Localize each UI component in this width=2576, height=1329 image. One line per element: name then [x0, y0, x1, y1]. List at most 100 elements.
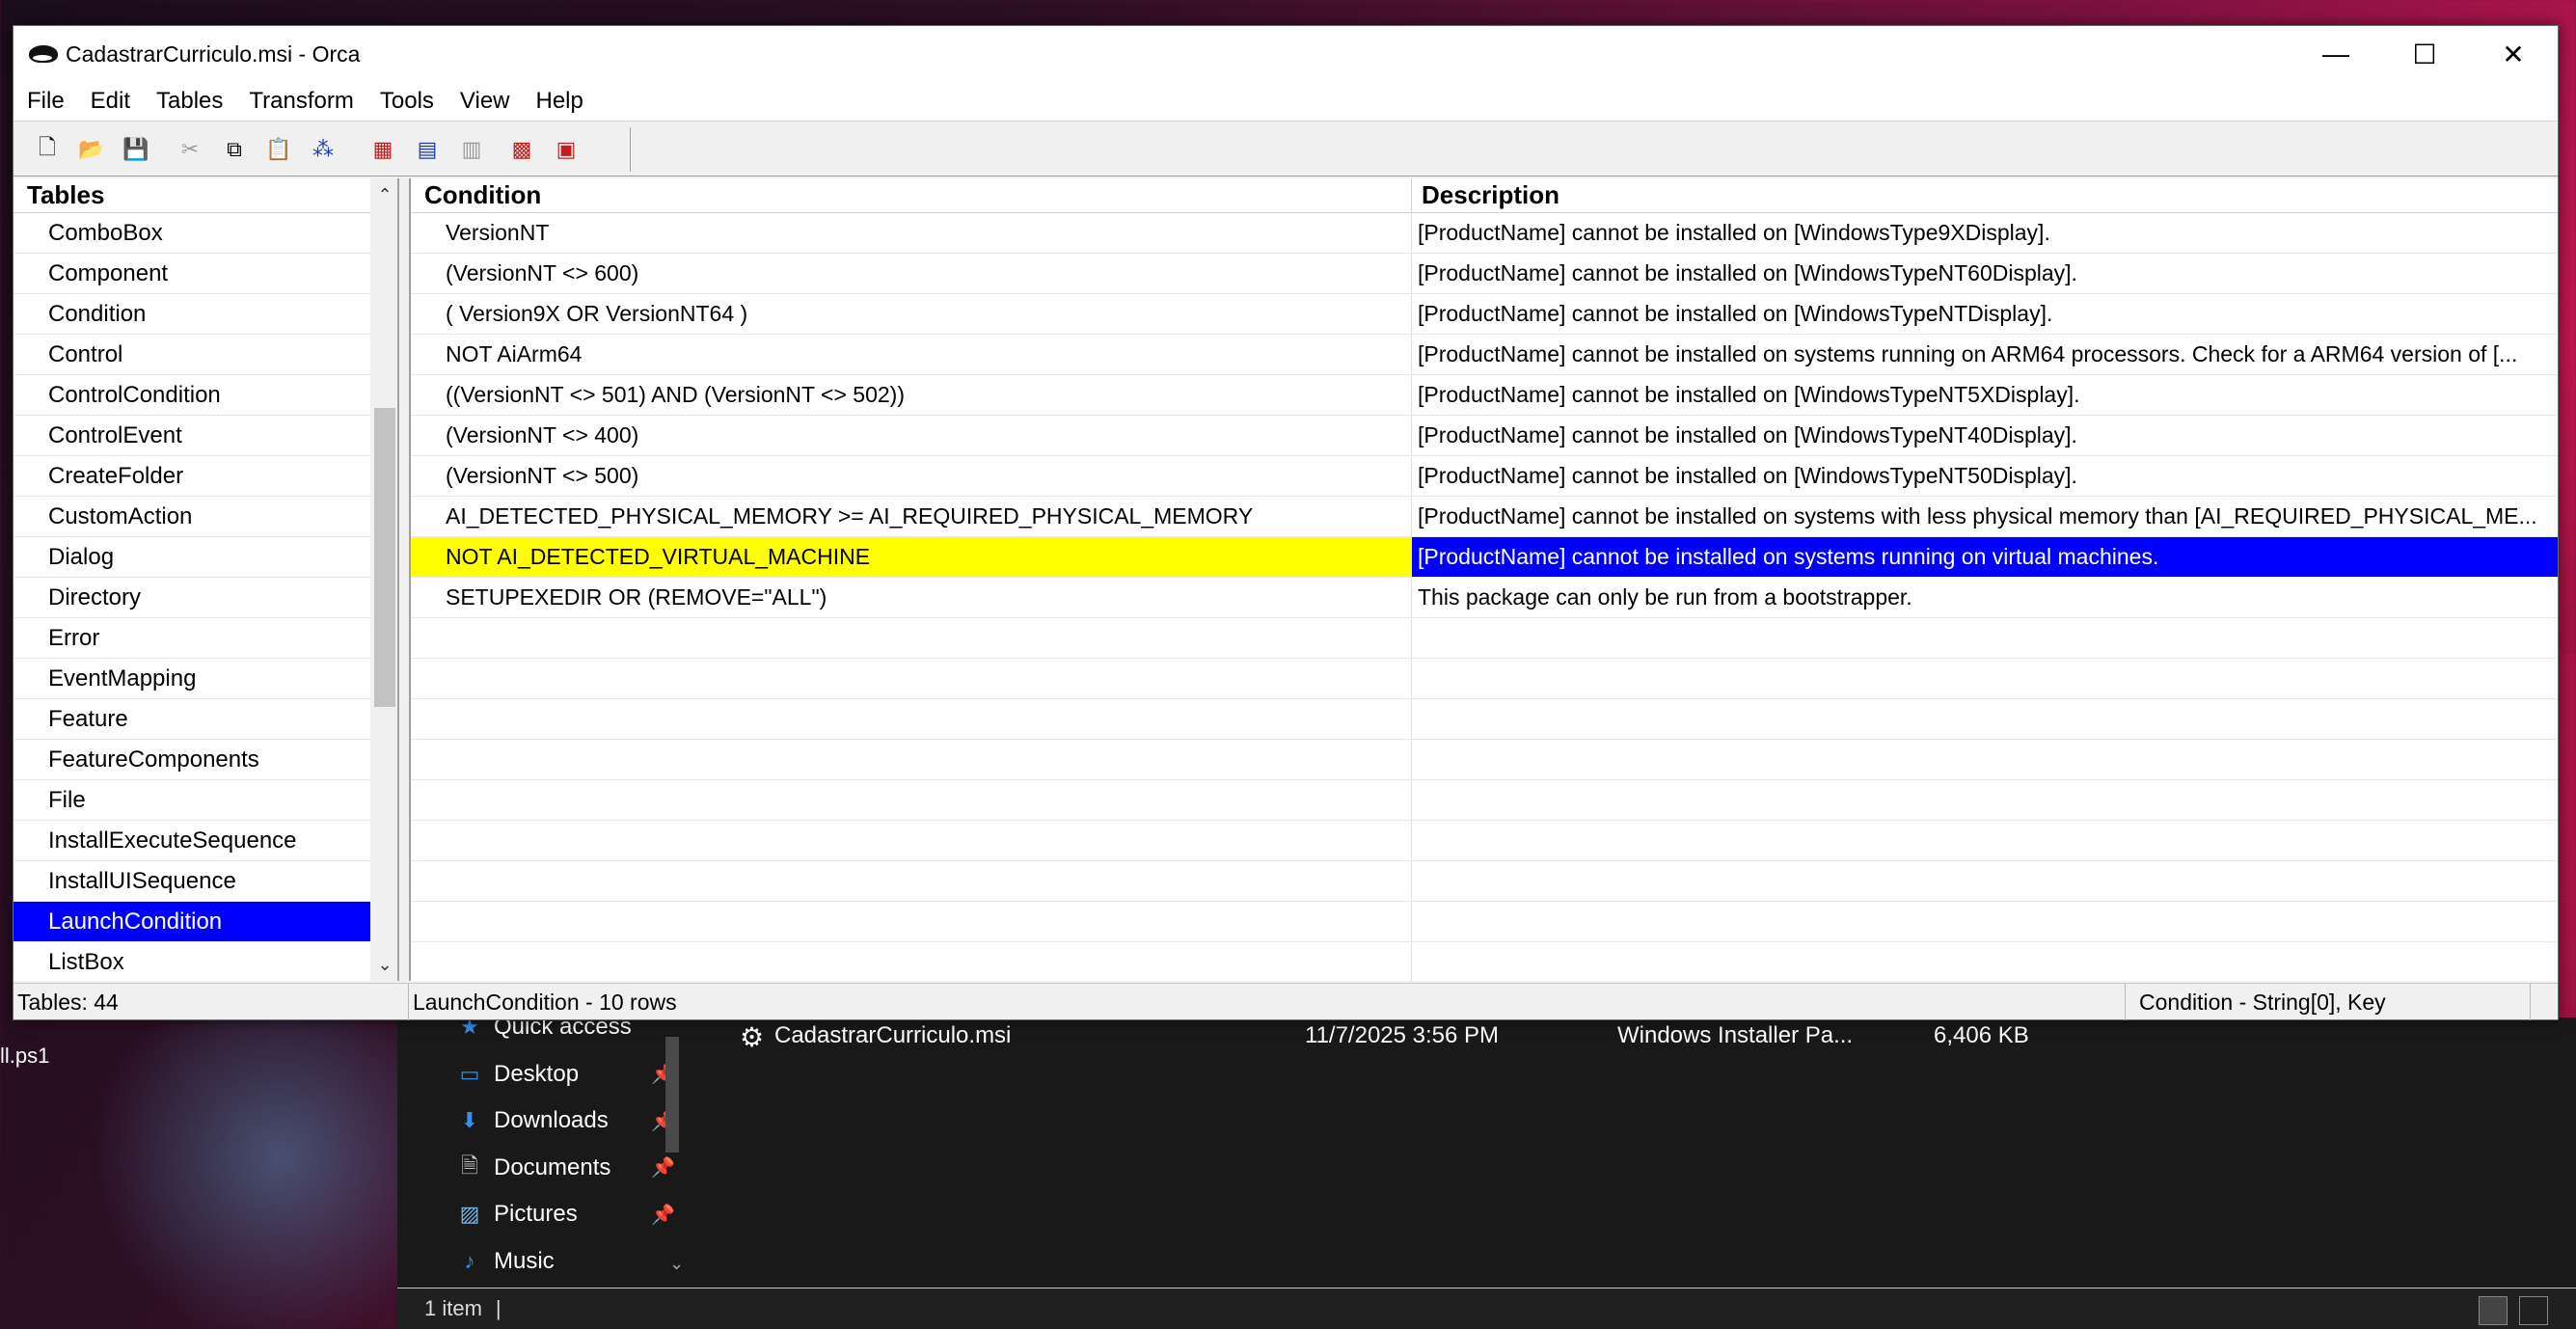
- table-row[interactable]: ( Version9X OR VersionNT64 ) [ProductName…: [411, 294, 2558, 335]
- table-list-item[interactable]: Feature: [14, 699, 370, 740]
- table-row[interactable]: AI_DETECTED_PHYSICAL_MEMORY >= AI_REQUIR…: [411, 497, 2558, 537]
- condition-cell[interactable]: [411, 821, 1412, 860]
- description-cell[interactable]: [1412, 740, 2558, 779]
- open-folder-icon[interactable]: 📂: [75, 133, 108, 166]
- table-row[interactable]: [411, 699, 2558, 740]
- find-icon[interactable]: ⁂: [307, 133, 339, 166]
- paste-icon[interactable]: 📋: [262, 133, 295, 166]
- menu-edit[interactable]: Edit: [91, 88, 130, 115]
- condition-cell[interactable]: [411, 780, 1412, 820]
- table-list-item[interactable]: Directory: [14, 578, 370, 618]
- table-list-item[interactable]: FeatureComponents: [14, 740, 370, 780]
- tables-scrollbar[interactable]: ⌃ ⌄: [370, 178, 397, 981]
- table-row[interactable]: VersionNT [ProductName] cannot be install…: [411, 213, 2558, 254]
- merge-module-icon[interactable]: ▣: [550, 133, 583, 166]
- description-cell[interactable]: [1412, 821, 2558, 860]
- table-list-item[interactable]: File: [14, 780, 370, 821]
- description-cell[interactable]: [ProductName] cannot be installed on [Wi…: [1412, 375, 2558, 415]
- condition-cell[interactable]: (VersionNT <> 500): [411, 456, 1412, 496]
- save-icon[interactable]: 💾: [120, 133, 152, 166]
- scrollbar-thumb[interactable]: [374, 408, 395, 707]
- explorer-nav-item[interactable]: 🗎 Documents 📌: [455, 1145, 687, 1191]
- description-cell[interactable]: [1412, 659, 2558, 698]
- table-list-item[interactable]: Dialog: [14, 537, 370, 578]
- column-header-description[interactable]: Description: [1412, 178, 2558, 212]
- table-row[interactable]: [411, 659, 2558, 699]
- tiles-view-button[interactable]: [2519, 1296, 2548, 1325]
- maximize-button[interactable]: ☐: [2380, 26, 2469, 82]
- tables-header[interactable]: Tables: [14, 178, 370, 213]
- menu-transform[interactable]: Transform: [249, 88, 353, 115]
- menu-tools[interactable]: Tools: [380, 88, 434, 115]
- table-row[interactable]: [411, 618, 2558, 659]
- condition-cell[interactable]: [411, 618, 1412, 658]
- description-cell[interactable]: [ProductName] cannot be installed on [Wi…: [1412, 213, 2558, 253]
- table-list-item[interactable]: LaunchCondition: [14, 902, 370, 942]
- condition-cell[interactable]: ( Version9X OR VersionNT64 ): [411, 294, 1412, 334]
- description-cell[interactable]: [ProductName] cannot be installed on sys…: [1412, 537, 2558, 577]
- description-cell[interactable]: [1412, 902, 2558, 941]
- table-row[interactable]: NOT AI_DETECTED_VIRTUAL_MACHINE [ProductN…: [411, 537, 2558, 578]
- table-list-item[interactable]: InstallExecuteSequence: [14, 821, 370, 861]
- description-cell[interactable]: [1412, 942, 2558, 981]
- drop-row-icon[interactable]: ▥: [455, 133, 488, 166]
- condition-cell[interactable]: [411, 659, 1412, 698]
- description-cell[interactable]: [ProductName] cannot be installed on [Wi…: [1412, 294, 2558, 334]
- title-bar[interactable]: CadastrarCurriculo.msi - Orca — ☐ ✕: [14, 26, 2558, 82]
- add-table-icon[interactable]: ▦: [366, 133, 399, 166]
- condition-cell[interactable]: [411, 902, 1412, 941]
- description-cell[interactable]: [ProductName] cannot be installed on sys…: [1412, 497, 2558, 536]
- explorer-nav-item[interactable]: ⬇ Downloads 📌: [455, 1098, 687, 1144]
- condition-cell[interactable]: VersionNT: [411, 213, 1412, 253]
- table-row[interactable]: [411, 902, 2558, 942]
- condition-cell[interactable]: [411, 942, 1412, 981]
- menu-file[interactable]: File: [27, 88, 65, 115]
- condition-cell[interactable]: ((VersionNT <> 501) AND (VersionNT <> 50…: [411, 375, 1412, 415]
- description-cell[interactable]: [1412, 861, 2558, 901]
- table-row[interactable]: [411, 942, 2558, 981]
- column-header-condition[interactable]: Condition: [411, 178, 1412, 212]
- table-row[interactable]: (VersionNT <> 400) [ProductName] cannot b…: [411, 416, 2558, 456]
- validate-icon[interactable]: ▩: [505, 133, 538, 166]
- description-cell[interactable]: This package can only be run from a boot…: [1412, 578, 2558, 617]
- menu-view[interactable]: View: [460, 88, 510, 115]
- condition-cell[interactable]: SETUPEXEDIR OR (REMOVE="ALL"): [411, 578, 1412, 617]
- explorer-nav-item[interactable]: ♪ Music: [455, 1238, 687, 1285]
- condition-cell[interactable]: (VersionNT <> 400): [411, 416, 1412, 455]
- table-row[interactable]: [411, 780, 2558, 821]
- copy-icon[interactable]: ⧉: [218, 133, 251, 166]
- menu-help[interactable]: Help: [536, 88, 583, 115]
- table-list-item[interactable]: ListBox: [14, 942, 370, 981]
- chevron-down-icon[interactable]: ⌄: [669, 1254, 684, 1274]
- table-list-item[interactable]: Component: [14, 254, 370, 294]
- description-cell[interactable]: [ProductName] cannot be installed on [Wi…: [1412, 254, 2558, 293]
- description-cell[interactable]: [1412, 618, 2558, 658]
- explorer-nav-item[interactable]: ▭ Desktop 📌: [455, 1051, 687, 1098]
- table-list-item[interactable]: CreateFolder: [14, 456, 370, 497]
- description-cell[interactable]: [ProductName] cannot be installed on sys…: [1412, 335, 2558, 374]
- condition-cell[interactable]: [411, 699, 1412, 739]
- explorer-nav-scrollbar[interactable]: [665, 1037, 679, 1153]
- desktop-file-label[interactable]: ll.ps1: [0, 1044, 49, 1069]
- condition-cell[interactable]: (VersionNT <> 600): [411, 254, 1412, 293]
- table-list-item[interactable]: InstallUISequence: [14, 861, 370, 902]
- table-row[interactable]: (VersionNT <> 500) [ProductName] cannot b…: [411, 456, 2558, 497]
- table-row[interactable]: NOT AiArm64 [ProductName] cannot be insta…: [411, 335, 2558, 375]
- table-row[interactable]: ((VersionNT <> 501) AND (VersionNT <> 50…: [411, 375, 2558, 416]
- add-row-icon[interactable]: ▤: [411, 133, 444, 166]
- condition-cell[interactable]: NOT AI_DETECTED_VIRTUAL_MACHINE: [411, 537, 1412, 577]
- condition-cell[interactable]: NOT AiArm64: [411, 335, 1412, 374]
- new-file-icon[interactable]: 🗋: [31, 133, 64, 166]
- scroll-up-icon[interactable]: ⌃: [370, 180, 397, 209]
- table-list-item[interactable]: ControlCondition: [14, 375, 370, 416]
- description-cell[interactable]: [1412, 780, 2558, 820]
- table-list-item[interactable]: ComboBox: [14, 213, 370, 254]
- condition-cell[interactable]: [411, 740, 1412, 779]
- description-cell[interactable]: [1412, 699, 2558, 739]
- details-view-button[interactable]: [2479, 1296, 2508, 1325]
- table-row[interactable]: [411, 821, 2558, 861]
- table-list-item[interactable]: Error: [14, 618, 370, 659]
- table-row[interactable]: [411, 740, 2558, 780]
- cut-icon[interactable]: ✂: [174, 133, 206, 166]
- explorer-nav-item[interactable]: ▨ Pictures 📌: [455, 1191, 687, 1237]
